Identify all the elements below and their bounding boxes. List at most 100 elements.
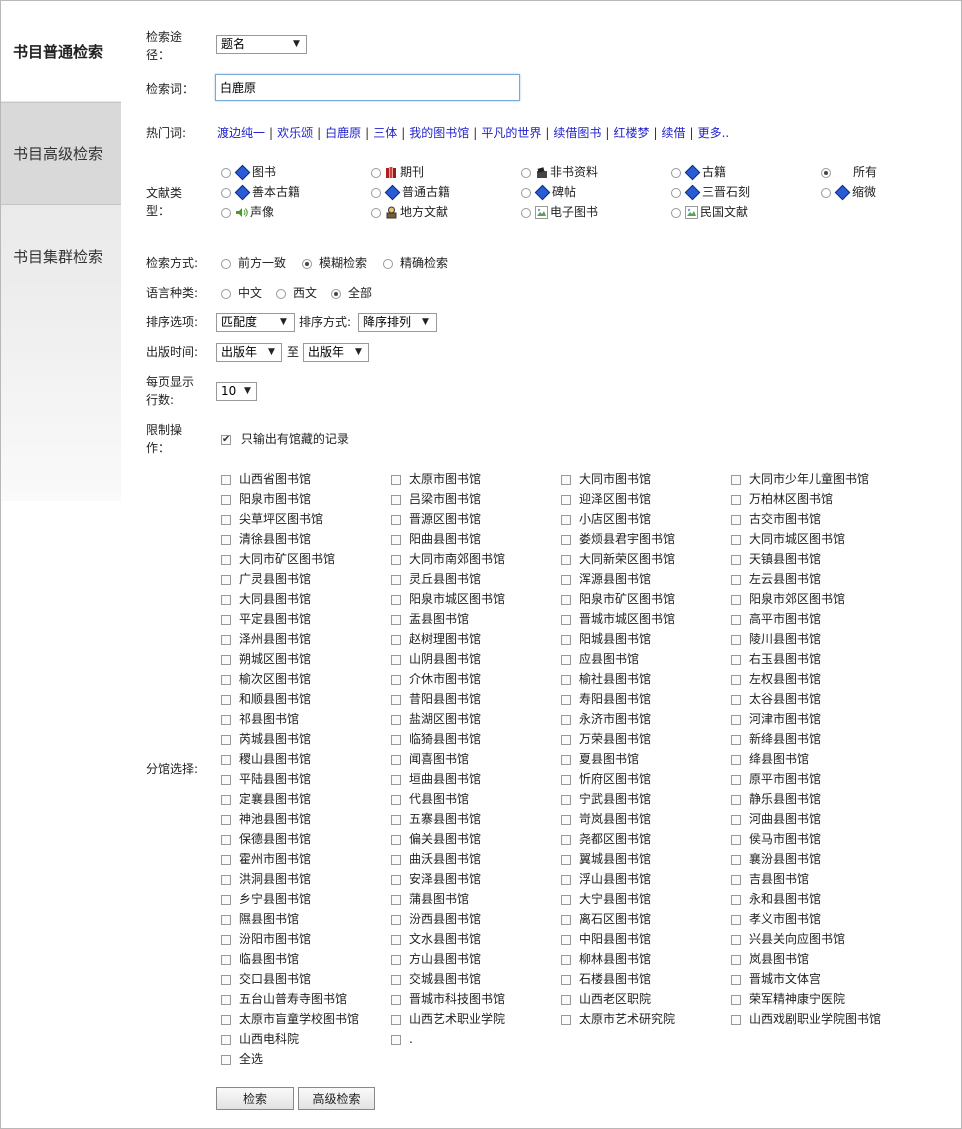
branch-option[interactable]: 永济市图书馆 [561, 711, 651, 727]
branch-option[interactable]: 霍州市图书馆 [221, 851, 311, 867]
branch-option[interactable]: 平陆县图书馆 [221, 771, 311, 787]
branch-checkbox[interactable] [561, 994, 571, 1005]
branch-option[interactable]: 尖草坪区图书馆 [221, 511, 323, 527]
branch-checkbox[interactable] [391, 854, 401, 865]
branch-option[interactable]: 曲沃县图书馆 [391, 851, 481, 867]
branch-checkbox[interactable] [561, 634, 571, 645]
branch-checkbox[interactable] [391, 514, 401, 525]
branch-option[interactable]: 阳曲县图书馆 [391, 531, 481, 547]
branch-option[interactable]: 中阳县图书馆 [561, 931, 651, 947]
branch-checkbox[interactable] [391, 894, 401, 905]
branch-checkbox[interactable] [731, 1014, 741, 1025]
branch-option[interactable]: 大同市南郊图书馆 [391, 551, 505, 567]
branch-option[interactable]: 晋城市文体宫 [731, 971, 821, 987]
doc-type-option[interactable]: 所有 [821, 164, 877, 180]
branch-option[interactable]: 孝义市图书馆 [731, 911, 821, 927]
language-option[interactable]: 中文 [221, 285, 262, 301]
branch-checkbox[interactable] [731, 694, 741, 705]
branch-option[interactable]: 交口县图书馆 [221, 971, 311, 987]
branch-checkbox[interactable] [221, 914, 231, 925]
branch-checkbox[interactable] [561, 974, 571, 985]
branch-option[interactable]: 兴县关向应图书馆 [731, 931, 845, 947]
branch-checkbox[interactable] [221, 654, 231, 665]
branch-option[interactable]: 娄烦县君宇图书馆 [561, 531, 675, 547]
branch-checkbox[interactable] [731, 914, 741, 925]
branch-option[interactable]: 洪洞县图书馆 [221, 871, 311, 887]
branch-option[interactable]: 晋源区图书馆 [391, 511, 481, 527]
branch-checkbox[interactable] [731, 774, 741, 785]
search-mode-radio[interactable] [221, 258, 231, 269]
hot-word-link[interactable]: 平凡的世界 [481, 126, 541, 140]
branch-checkbox[interactable] [731, 834, 741, 845]
branch-option[interactable]: 山西艺术职业学院 [391, 1011, 505, 1027]
branch-option[interactable]: 交城县图书馆 [391, 971, 481, 987]
branch-checkbox[interactable] [391, 554, 401, 565]
branch-checkbox[interactable] [731, 554, 741, 565]
branch-checkbox[interactable] [561, 514, 571, 525]
search-mode-radio[interactable] [383, 258, 393, 269]
branch-option[interactable]: 高平市图书馆 [731, 611, 821, 627]
doc-type-radio[interactable] [671, 187, 681, 198]
doc-type-radio[interactable] [521, 167, 531, 178]
branch-checkbox[interactable] [221, 494, 231, 505]
pub-to-select[interactable]: 出版年 [303, 343, 369, 362]
branch-checkbox[interactable] [221, 894, 231, 905]
branch-option[interactable]: 原平市图书馆 [731, 771, 821, 787]
branch-option[interactable]: 吉县图书馆 [731, 871, 809, 887]
sort-order-select-wrap[interactable]: 降序排列 ▼ [358, 313, 437, 332]
branch-checkbox[interactable] [391, 734, 401, 745]
branch-checkbox[interactable] [221, 734, 231, 745]
search-button[interactable]: 检索 [216, 1087, 294, 1110]
branch-checkbox[interactable] [221, 974, 231, 985]
branch-option[interactable]: 大同市图书馆 [561, 471, 651, 487]
branch-checkbox[interactable] [391, 674, 401, 685]
branch-option[interactable]: 临猗县图书馆 [391, 731, 481, 747]
branch-option[interactable]: 山西戏剧职业学院图书馆 [731, 1011, 881, 1027]
branch-option[interactable]: 应县图书馆 [561, 651, 639, 667]
branch-checkbox[interactable] [731, 734, 741, 745]
branch-checkbox[interactable] [391, 574, 401, 585]
branch-checkbox[interactable] [221, 994, 231, 1005]
search-path-select-wrap[interactable]: 题名 ▼ [216, 35, 307, 54]
branch-checkbox[interactable] [561, 714, 571, 725]
branch-checkbox[interactable] [221, 754, 231, 765]
branch-option[interactable]: 万荣县图书馆 [561, 731, 651, 747]
doc-type-option[interactable]: 期刊 [371, 164, 424, 180]
branch-checkbox[interactable] [561, 474, 571, 485]
branch-checkbox[interactable] [561, 834, 571, 845]
hot-word-link[interactable]: 更多.. [698, 126, 730, 140]
branch-option[interactable]: 和顺县图书馆 [221, 691, 311, 707]
branch-option[interactable]: 神池县图书馆 [221, 811, 311, 827]
hot-word-link[interactable]: 续借图书 [553, 126, 601, 140]
branch-option[interactable]: . [391, 1031, 413, 1047]
branch-option[interactable]: 闻喜图书馆 [391, 751, 469, 767]
search-mode-option[interactable]: 前方一致 [221, 255, 286, 271]
per-page-select-wrap[interactable]: 10 ▼ [216, 382, 257, 401]
branch-option[interactable]: 荣军精神康宁医院 [731, 991, 845, 1007]
branch-option[interactable]: 灵丘县图书馆 [391, 571, 481, 587]
branch-option[interactable]: 大同市少年儿童图书馆 [731, 471, 869, 487]
branch-checkbox[interactable] [561, 934, 571, 945]
doc-type-option[interactable]: 善本古籍 [221, 184, 300, 201]
branch-checkbox[interactable] [731, 494, 741, 505]
branch-checkbox[interactable] [391, 1014, 401, 1025]
branch-checkbox[interactable] [391, 714, 401, 725]
branch-checkbox[interactable] [221, 514, 231, 525]
branch-checkbox[interactable] [391, 474, 401, 485]
doc-type-option[interactable]: 民国文献 [671, 204, 748, 220]
pub-from-select[interactable]: 出版年 [216, 343, 282, 362]
branch-option[interactable]: 阳城县图书馆 [561, 631, 651, 647]
restrict-checkbox[interactable] [221, 432, 231, 448]
branch-option[interactable]: 太原市盲童学校图书馆 [221, 1011, 359, 1027]
branch-checkbox[interactable] [731, 614, 741, 625]
branch-checkbox[interactable] [561, 494, 571, 505]
branch-checkbox[interactable] [391, 614, 401, 625]
branch-option[interactable]: 侯马市图书馆 [731, 831, 821, 847]
doc-type-radio[interactable] [821, 167, 831, 178]
branch-option[interactable]: 垣曲县图书馆 [391, 771, 481, 787]
branch-option[interactable]: 定襄县图书馆 [221, 791, 311, 807]
branch-checkbox[interactable] [391, 774, 401, 785]
language-option[interactable]: 西文 [276, 285, 317, 301]
branch-checkbox[interactable] [561, 734, 571, 745]
doc-type-option[interactable]: 地方文献 [371, 204, 448, 220]
